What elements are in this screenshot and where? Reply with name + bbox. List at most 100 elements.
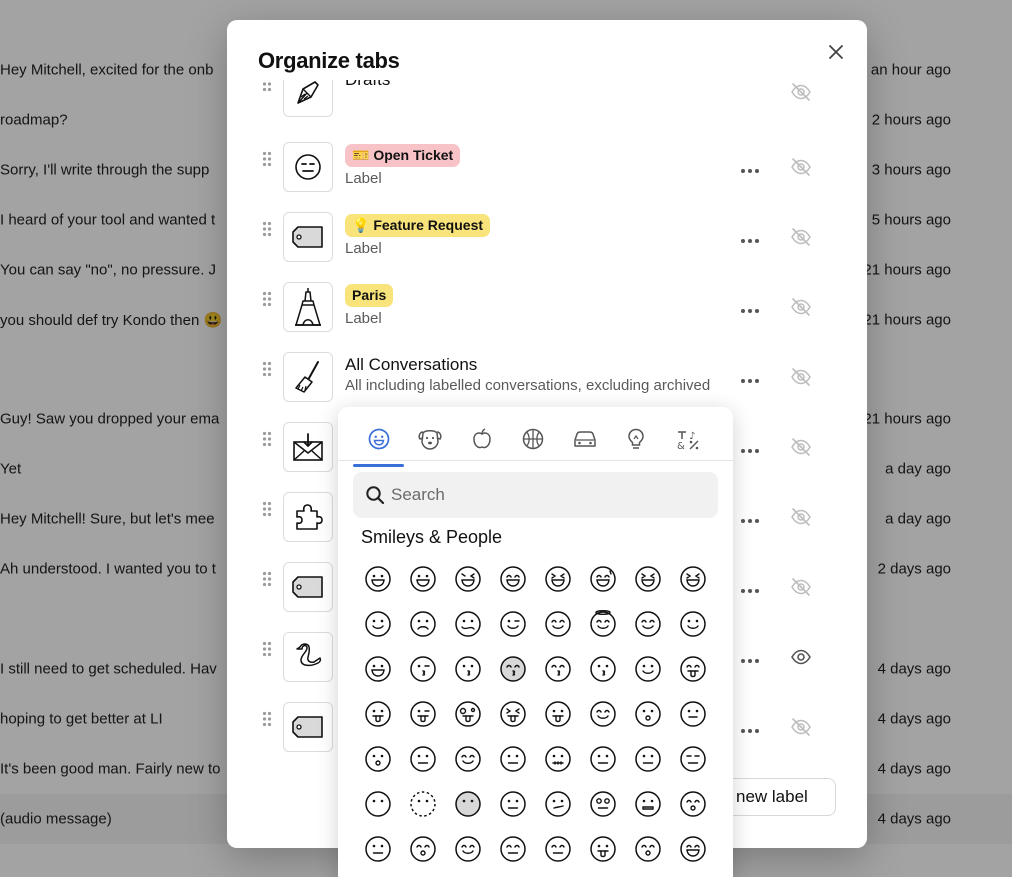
more-options-button[interactable] (740, 303, 760, 313)
emoji-button[interactable] (580, 781, 625, 826)
emoji-button[interactable] (355, 736, 400, 781)
emoji-button[interactable] (625, 691, 670, 736)
more-options-button[interactable] (740, 583, 760, 593)
tab-emoji-button[interactable] (283, 632, 333, 682)
more-options-button[interactable] (740, 443, 760, 453)
emoji-button[interactable] (580, 556, 625, 601)
emoji-button[interactable] (445, 781, 490, 826)
emoji-button[interactable] (580, 691, 625, 736)
drag-handle[interactable] (262, 221, 272, 237)
emoji-button[interactable] (490, 826, 535, 871)
emoji-button[interactable] (490, 556, 535, 601)
tab-emoji-button[interactable] (283, 282, 333, 332)
emoji-button[interactable] (445, 646, 490, 691)
emoji-button[interactable] (355, 691, 400, 736)
emoji-category-tab[interactable] (456, 415, 507, 463)
emoji-button[interactable] (625, 736, 670, 781)
visibility-toggle[interactable] (790, 297, 812, 317)
visibility-toggle[interactable] (790, 367, 812, 387)
emoji-button[interactable] (580, 826, 625, 871)
emoji-button[interactable] (580, 646, 625, 691)
close-button[interactable] (824, 40, 848, 64)
visibility-toggle[interactable] (790, 577, 812, 597)
more-options-button[interactable] (740, 513, 760, 523)
emoji-button[interactable] (445, 556, 490, 601)
visibility-toggle[interactable] (790, 647, 812, 667)
emoji-category-tab[interactable] (353, 415, 404, 467)
emoji-button[interactable] (670, 691, 715, 736)
emoji-button[interactable] (580, 736, 625, 781)
visibility-toggle[interactable] (790, 227, 812, 247)
emoji-button[interactable] (445, 826, 490, 871)
drag-handle[interactable] (262, 711, 272, 727)
emoji-button[interactable] (625, 556, 670, 601)
emoji-button[interactable] (355, 826, 400, 871)
emoji-button[interactable] (490, 781, 535, 826)
emoji-button[interactable] (535, 691, 580, 736)
emoji-button[interactable] (625, 781, 670, 826)
emoji-button[interactable] (670, 781, 715, 826)
emoji-button[interactable] (355, 646, 400, 691)
emoji-button[interactable] (400, 781, 445, 826)
emoji-button[interactable] (535, 601, 580, 646)
emoji-category-tab[interactable]: & ♪ (662, 415, 713, 463)
more-options-button[interactable] (740, 233, 760, 243)
more-options-button[interactable] (740, 653, 760, 663)
tab-emoji-button[interactable] (283, 422, 333, 472)
drag-handle[interactable] (262, 641, 272, 657)
drag-handle[interactable] (262, 151, 272, 167)
emoji-button[interactable] (490, 736, 535, 781)
drag-handle[interactable] (262, 361, 272, 377)
emoji-button[interactable] (490, 646, 535, 691)
emoji-button[interactable] (445, 601, 490, 646)
emoji-button[interactable] (400, 556, 445, 601)
label-badge[interactable]: 🎫 Open Ticket (345, 144, 461, 167)
emoji-button[interactable] (535, 646, 580, 691)
emoji-button[interactable] (535, 826, 580, 871)
visibility-toggle[interactable] (790, 82, 812, 102)
label-badge[interactable]: 💡 Feature Request (345, 214, 491, 237)
emoji-button[interactable] (580, 601, 625, 646)
emoji-button[interactable] (670, 646, 715, 691)
emoji-button[interactable] (400, 646, 445, 691)
drag-handle[interactable] (262, 571, 272, 587)
emoji-category-tab[interactable] (405, 415, 456, 463)
emoji-category-tab[interactable] (559, 415, 610, 463)
emoji-category-tab[interactable] (611, 415, 662, 463)
tab-emoji-button[interactable] (283, 212, 333, 262)
visibility-toggle[interactable] (790, 507, 812, 527)
emoji-button[interactable] (355, 601, 400, 646)
emoji-button[interactable] (355, 781, 400, 826)
emoji-button[interactable] (535, 781, 580, 826)
more-options-button[interactable] (740, 373, 760, 383)
emoji-button[interactable] (445, 736, 490, 781)
tab-emoji-button[interactable] (283, 492, 333, 542)
emoji-button[interactable] (670, 556, 715, 601)
drag-handle[interactable] (262, 431, 272, 447)
emoji-button[interactable] (490, 601, 535, 646)
tab-emoji-button[interactable] (283, 562, 333, 612)
emoji-button[interactable] (535, 556, 580, 601)
emoji-button[interactable] (400, 601, 445, 646)
drag-handle[interactable] (262, 501, 272, 517)
visibility-toggle[interactable] (790, 437, 812, 457)
tab-emoji-button[interactable] (283, 142, 333, 192)
emoji-button[interactable] (400, 826, 445, 871)
tab-emoji-button[interactable] (283, 702, 333, 752)
emoji-button[interactable] (625, 646, 670, 691)
emoji-category-tab[interactable] (508, 415, 559, 463)
emoji-search-input[interactable] (391, 472, 711, 518)
drag-handle[interactable] (262, 80, 272, 92)
emoji-button[interactable] (535, 736, 580, 781)
tab-emoji-button[interactable] (283, 80, 333, 117)
emoji-button[interactable] (625, 601, 670, 646)
more-options-button[interactable] (740, 723, 760, 733)
emoji-button[interactable] (670, 826, 715, 871)
visibility-toggle[interactable] (790, 157, 812, 177)
emoji-button[interactable] (400, 736, 445, 781)
more-options-button[interactable] (740, 163, 760, 173)
emoji-button[interactable] (670, 601, 715, 646)
label-badge[interactable]: Paris (345, 284, 394, 307)
emoji-button[interactable] (625, 826, 670, 871)
emoji-button[interactable] (490, 691, 535, 736)
